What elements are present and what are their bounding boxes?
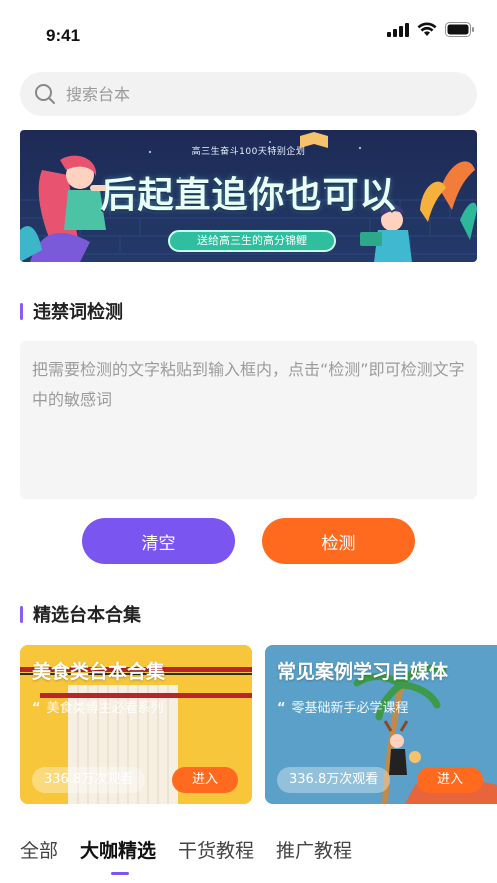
section-accent-bar: [20, 302, 23, 320]
active-tab-indicator: [111, 872, 130, 875]
status-icons: [387, 22, 475, 37]
tab-promotion[interactable]: 推广教程: [276, 836, 352, 863]
section-title-text: 精选台本合集: [33, 605, 141, 626]
card-subtitle: “ 零基础新手必学课程: [277, 697, 409, 716]
tab-all[interactable]: 全部: [20, 836, 58, 863]
card-title: 美食类台本合集: [32, 661, 166, 683]
search-bar[interactable]: [20, 72, 477, 116]
tab-label: 推广教程: [276, 840, 353, 862]
card-subtitle: “ 美食类博主必看系列: [32, 697, 164, 716]
wifi-icon: [417, 22, 437, 36]
tab-label: 全部: [20, 840, 59, 862]
section-title-sensitive-check: 违禁词检测: [20, 298, 123, 324]
sensitive-text-input[interactable]: [20, 341, 477, 499]
tab-tutorials[interactable]: 干货教程: [178, 836, 254, 863]
banner-ribbon: 送给高三生的高分锦鲤: [168, 230, 336, 252]
banner-title: 后起直追你也可以: [100, 174, 397, 216]
enter-button[interactable]: 进入: [172, 767, 238, 793]
promo-banner[interactable]: 高三生奋斗100天特别企划 后起直追你也可以 送给高三生的高分锦鲤: [20, 130, 477, 262]
status-bar: 9:41: [0, 0, 497, 60]
card-title: 常见案例学习自媒体: [277, 661, 449, 683]
battery-icon: [445, 22, 474, 37]
search-input[interactable]: [66, 84, 446, 104]
section-title-collections: 精选台本合集: [20, 601, 141, 627]
quote-icon: “: [32, 701, 41, 716]
banner-subtitle: 高三生奋斗100天特别企划: [191, 147, 306, 157]
card-subtitle-text: 零基础新手必学课程: [291, 701, 409, 716]
collection-card-cases[interactable]: 常见案例学习自媒体 “ 零基础新手必学课程 336.8万次观看 进入: [265, 645, 497, 804]
section-accent-bar: [20, 605, 23, 623]
status-time: 9:41: [46, 26, 81, 45]
section-title-text: 违禁词检测: [33, 302, 123, 323]
view-count-badge: 336.8万次观看: [277, 767, 391, 793]
enter-button[interactable]: 进入: [417, 767, 483, 793]
collection-card-food[interactable]: 美食类台本合集 “ 美食类博主必看系列 336.8万次观看 进入: [20, 645, 252, 804]
tab-expert-picks[interactable]: 大咖精选: [80, 836, 157, 875]
view-count-badge: 336.8万次观看: [32, 767, 146, 793]
category-tabs: 全部 大咖精选 干货教程 推广教程: [20, 836, 374, 875]
search-icon: [35, 84, 55, 104]
tab-label: 干货教程: [178, 840, 255, 862]
tab-label: 大咖精选: [80, 840, 157, 862]
quote-icon: “: [277, 701, 286, 716]
card-subtitle-text: 美食类博主必看系列: [46, 701, 164, 716]
check-button[interactable]: 检测: [262, 518, 415, 564]
clear-button[interactable]: 清空: [82, 518, 235, 564]
cellular-signal-icon: [387, 22, 409, 37]
